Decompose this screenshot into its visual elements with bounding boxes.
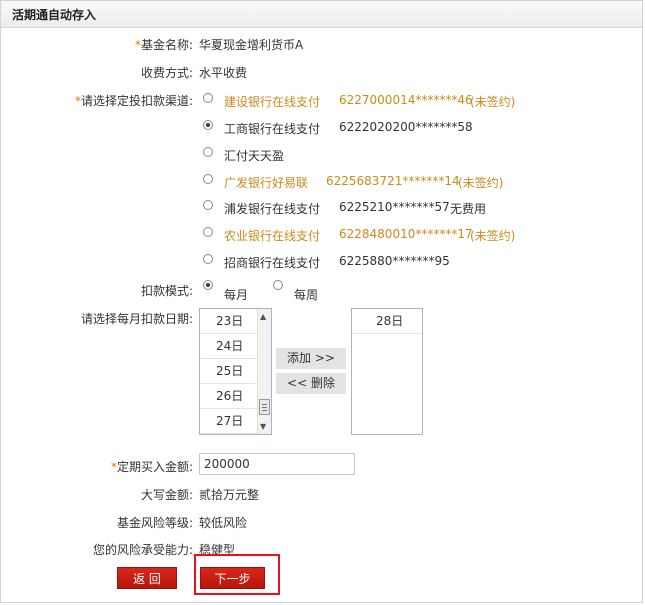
scrollbar[interactable]: ▲ ▼ <box>257 309 271 434</box>
payment-channel-label: *请选择定投扣款渠道: <box>74 94 193 108</box>
fund-name-label: *基金名称: <box>134 38 193 52</box>
mode-weekly-label: 每周 <box>294 288 319 302</box>
channel-cmb-radio[interactable] <box>203 254 213 264</box>
list-item[interactable]: 23日 <box>200 309 258 334</box>
channel-spdb-name: 浦发银行在线支付 <box>224 202 321 216</box>
amount-upper-value: 贰拾万元整 <box>199 488 260 502</box>
channel-cmb-account: 6225880*******95 <box>339 254 450 268</box>
fund-risk-value: 较低风险 <box>199 516 248 530</box>
remove-date-button[interactable]: << 删除 <box>276 373 346 394</box>
selected-dates-list[interactable]: 28日 <box>351 308 423 435</box>
panel-header: 活期通自动存入 <box>1 1 642 28</box>
amount-upper-label: 大写金额: <box>140 488 193 502</box>
back-button[interactable]: 返 回 <box>117 567 177 589</box>
channel-ccb-name: 建设银行在线支付 <box>224 95 321 109</box>
channel-cgb-status: (未签约) <box>458 176 504 190</box>
channel-cgb-account: 6225683721*******14 <box>326 174 460 188</box>
channel-chinapnr-radio[interactable] <box>203 147 213 157</box>
channel-cgb-radio[interactable] <box>203 174 213 184</box>
channel-abc-radio[interactable] <box>203 227 213 237</box>
mode-weekly-radio[interactable] <box>273 280 283 290</box>
channel-ccb-status: (未签约) <box>470 95 516 109</box>
channel-spdb-fee-note: 无费用 <box>450 202 487 216</box>
channel-abc-account: 6228480010*******17 <box>339 227 473 241</box>
form-panel <box>0 0 643 603</box>
amount-input[interactable] <box>199 453 355 475</box>
available-dates-list[interactable]: 23日 24日 25日 26日 27日 ▲ ▼ <box>199 308 272 435</box>
fund-name-value: 华夏现金增利货币A <box>199 38 304 52</box>
list-item[interactable]: 28日 <box>352 309 422 334</box>
channel-cgb-name: 广发银行好易联 <box>224 176 309 190</box>
channel-abc-name: 农业银行在线支付 <box>224 229 321 243</box>
channel-icbc-account: 6222020200*******58 <box>339 120 473 134</box>
risk-tolerance-label: 您的风险承受能力: <box>92 543 193 557</box>
channel-spdb-account: 6225210*******57 <box>339 200 450 214</box>
channel-ccb-account: 6227000014*******46 <box>339 93 473 107</box>
deduction-date-label: 请选择每月扣款日期: <box>80 312 193 326</box>
scroll-down-icon[interactable]: ▼ <box>260 422 266 431</box>
channel-icbc-name: 工商银行在线支付 <box>224 122 321 136</box>
channel-abc-status: (未签约) <box>470 229 516 243</box>
channel-ccb-radio[interactable] <box>203 93 213 103</box>
fee-method-label: 收费方式: <box>140 66 193 80</box>
mode-monthly-label: 每月 <box>224 288 249 302</box>
list-item[interactable]: 27日 <box>200 409 258 434</box>
fund-risk-label: 基金风险等级: <box>116 516 193 530</box>
list-item[interactable]: 24日 <box>200 334 258 359</box>
scroll-up-icon[interactable]: ▲ <box>260 312 266 321</box>
page-title: 活期通自动存入 <box>12 8 97 22</box>
list-item[interactable]: 25日 <box>200 359 258 384</box>
channel-spdb-radio[interactable] <box>203 200 213 210</box>
channel-cmb-name: 招商银行在线支付 <box>224 256 321 270</box>
mode-monthly-radio[interactable] <box>203 280 213 290</box>
fee-method-value: 水平收费 <box>199 66 248 80</box>
scrollbar-thumb[interactable] <box>259 399 270 415</box>
deduction-mode-label: 扣款模式: <box>140 284 193 298</box>
channel-chinapnr-name: 汇付天天盈 <box>224 149 285 163</box>
list-item[interactable]: 26日 <box>200 384 258 409</box>
next-button-highlight <box>194 554 280 595</box>
amount-label: *定期买入金额: <box>110 460 193 474</box>
channel-icbc-radio[interactable] <box>203 120 213 130</box>
add-date-button[interactable]: 添加 >> <box>276 348 346 369</box>
